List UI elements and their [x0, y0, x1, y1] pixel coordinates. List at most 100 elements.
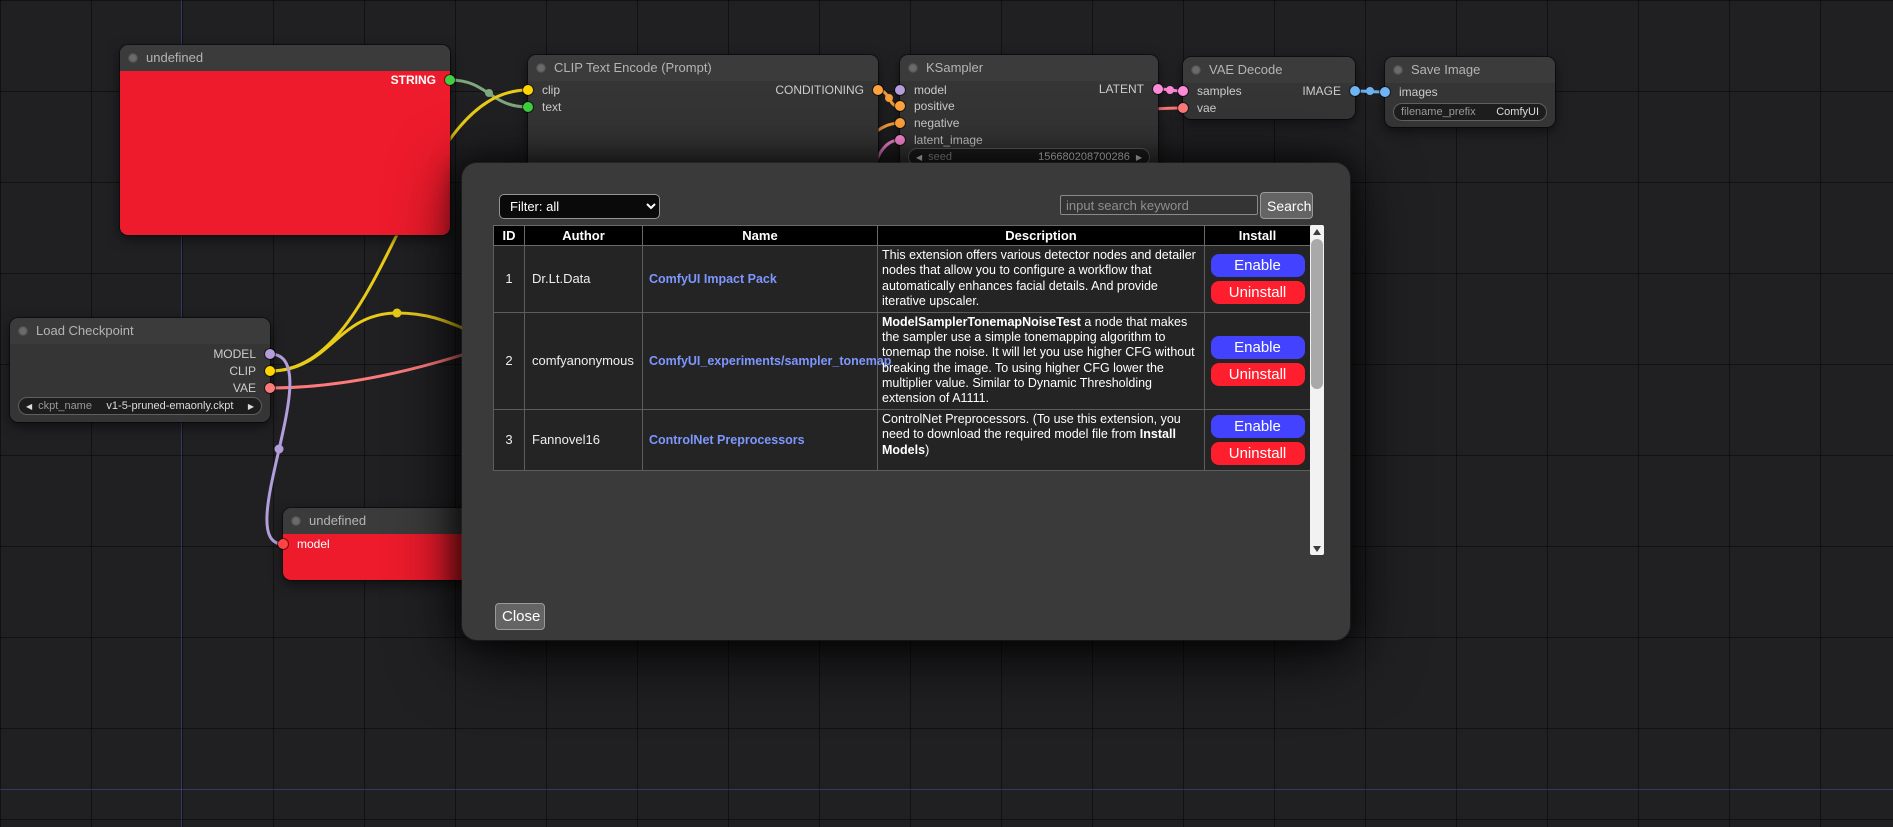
output-label-vae: VAE: [233, 381, 256, 395]
collapse-dot-icon[interactable]: [128, 53, 138, 63]
ckpt-name-label: ckpt_name: [38, 400, 92, 412]
increment-arrow-icon[interactable]: ▶: [1136, 153, 1142, 162]
output-pin-latent[interactable]: [1153, 84, 1163, 94]
output-pin-conditioning[interactable]: [873, 85, 883, 95]
seed-widget-value: 156680208700286: [1038, 151, 1130, 163]
scroll-up-icon[interactable]: [1310, 225, 1324, 238]
node-load-checkpoint[interactable]: Load Checkpoint MODEL CLIP VAE ◀ ckpt_na…: [10, 318, 270, 422]
output-label-latent: LATENT: [1099, 82, 1144, 96]
collapse-dot-icon[interactable]: [1191, 65, 1201, 75]
enable-button[interactable]: Enable: [1211, 254, 1305, 277]
collapse-dot-icon[interactable]: [908, 63, 918, 73]
node-header[interactable]: Load Checkpoint: [10, 318, 270, 344]
col-header-name: Name: [643, 226, 878, 246]
comfyui-canvas[interactable]: undefined STRING CLIP Text Encode (Promp…: [0, 0, 1893, 827]
enable-button[interactable]: Enable: [1211, 415, 1305, 438]
scroll-down-icon[interactable]: [1310, 542, 1324, 555]
node-title: CLIP Text Encode (Prompt): [554, 60, 712, 75]
description-text: This extension offers various detector n…: [882, 248, 1196, 308]
collapse-dot-icon[interactable]: [536, 63, 546, 73]
uninstall-button[interactable]: Uninstall: [1211, 442, 1305, 465]
collapse-dot-icon[interactable]: [1393, 65, 1403, 75]
ckpt-name-widget[interactable]: ◀ ckpt_name v1-5-pruned-emaonly.ckpt ▶: [18, 397, 262, 415]
input-pin-images[interactable]: [1380, 87, 1390, 97]
install-cell: Enable Uninstall: [1205, 312, 1311, 409]
close-button[interactable]: Close: [495, 603, 545, 630]
input-pin-clip[interactable]: [523, 85, 533, 95]
output-pin-image[interactable]: [1350, 86, 1360, 96]
input-pin-model[interactable]: [895, 85, 905, 95]
extension-link[interactable]: ComfyUI_experiments/sampler_tonemap: [649, 354, 891, 368]
table-row: 1 Dr.Lt.Data ComfyUI Impact Pack This ex…: [494, 246, 1311, 313]
node-header[interactable]: CLIP Text Encode (Prompt): [528, 55, 878, 81]
extension-author: Fannovel16: [525, 409, 643, 470]
seed-widget-label: seed: [928, 151, 952, 163]
node-title: Load Checkpoint: [36, 323, 134, 338]
uninstall-button[interactable]: Uninstall: [1211, 363, 1305, 386]
filename-prefix-widget[interactable]: filename_prefix ComfyUI: [1393, 103, 1547, 121]
filename-prefix-label: filename_prefix: [1401, 106, 1476, 118]
output-label-conditioning: CONDITIONING: [775, 83, 864, 97]
col-header-description: Description: [878, 226, 1205, 246]
wire-dot: [885, 94, 893, 102]
input-pin-text[interactable]: [523, 102, 533, 112]
extension-id: 1: [494, 246, 525, 313]
output-pin-string[interactable]: [445, 75, 455, 85]
node-title: undefined: [146, 50, 203, 65]
input-pin-latent-image[interactable]: [895, 135, 905, 145]
extension-link[interactable]: ComfyUI Impact Pack: [649, 272, 777, 286]
install-cell: Enable Uninstall: [1205, 409, 1311, 470]
wire-dot: [1366, 87, 1374, 95]
description-text: ): [925, 443, 929, 457]
extension-description: ControlNet Preprocessors. (To use this e…: [878, 409, 1205, 470]
prev-arrow-icon[interactable]: ◀: [26, 402, 32, 411]
collapse-dot-icon[interactable]: [18, 326, 28, 336]
input-label-positive: positive: [914, 99, 955, 113]
node-vae-decode[interactable]: VAE Decode samples vae IMAGE: [1183, 57, 1355, 119]
next-arrow-icon[interactable]: ▶: [248, 402, 254, 411]
output-pin-clip[interactable]: [265, 366, 275, 376]
node-header[interactable]: VAE Decode: [1183, 57, 1355, 83]
filter-select[interactable]: Filter: all: [499, 194, 660, 219]
wire-dot: [275, 445, 284, 454]
input-pin-vae[interactable]: [1178, 103, 1188, 113]
scrollbar-thumb[interactable]: [1311, 239, 1323, 389]
input-pin-negative[interactable]: [895, 118, 905, 128]
node-title: KSampler: [926, 60, 983, 75]
filename-prefix-value: ComfyUI: [1496, 106, 1539, 118]
col-header-id: ID: [494, 226, 525, 246]
node-save-image[interactable]: Save Image images filename_prefix ComfyU…: [1385, 57, 1555, 127]
input-pin-model[interactable]: [278, 539, 288, 549]
input-label-images: images: [1399, 85, 1438, 99]
table-row: 3 Fannovel16 ControlNet Preprocessors Co…: [494, 409, 1311, 470]
search-button[interactable]: Search: [1260, 192, 1313, 219]
node-header[interactable]: KSampler: [900, 55, 1158, 81]
input-pin-positive[interactable]: [895, 101, 905, 111]
wire-dot: [485, 89, 493, 97]
canvas-guide-horizontal: [0, 789, 1893, 790]
input-label-latent-image: latent_image: [914, 133, 983, 147]
node-header[interactable]: Save Image: [1385, 57, 1555, 83]
node-header[interactable]: undefined: [120, 45, 450, 71]
node-title: Save Image: [1411, 62, 1480, 77]
input-pin-samples[interactable]: [1178, 86, 1188, 96]
col-header-author: Author: [525, 226, 643, 246]
col-header-install: Install: [1205, 226, 1311, 246]
node-title: undefined: [309, 513, 366, 528]
search-input[interactable]: [1060, 195, 1258, 215]
wire-dot: [1166, 86, 1174, 94]
node-undefined-top[interactable]: undefined STRING: [120, 45, 450, 235]
input-label-samples: samples: [1197, 84, 1242, 98]
output-pin-model[interactable]: [265, 349, 275, 359]
enable-button[interactable]: Enable: [1211, 336, 1305, 359]
wire-dot: [393, 309, 402, 318]
collapse-dot-icon[interactable]: [291, 516, 301, 526]
decrement-arrow-icon[interactable]: ◀: [916, 153, 922, 162]
extension-link[interactable]: ControlNet Preprocessors: [649, 433, 805, 447]
error-node-body: [120, 71, 450, 235]
output-pin-vae[interactable]: [265, 383, 275, 393]
extension-description: ModelSamplerTonemapNoiseTest a node that…: [878, 312, 1205, 409]
input-label-clip: clip: [542, 83, 560, 97]
table-scrollbar[interactable]: [1310, 225, 1324, 555]
uninstall-button[interactable]: Uninstall: [1211, 281, 1305, 304]
